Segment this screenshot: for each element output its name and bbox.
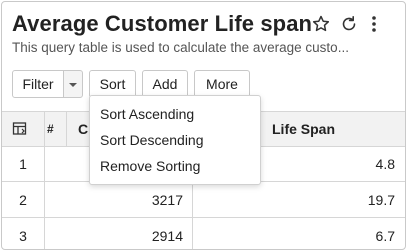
cell-c: 3217	[151, 191, 183, 208]
add-button[interactable]: Add	[142, 70, 188, 98]
star-icon[interactable]	[311, 14, 331, 34]
page-title: Average Customer Life span	[12, 11, 313, 36]
refresh-icon[interactable]	[339, 14, 359, 34]
column-divider	[44, 111, 45, 249]
column-header-life-span[interactable]: Life Span	[272, 112, 335, 146]
sort-button[interactable]: Sort	[89, 70, 136, 98]
cell-life-span: 6.7	[375, 227, 395, 244]
column-settings-icon[interactable]	[12, 112, 28, 146]
column-divider	[66, 111, 67, 146]
row-number: 1	[19, 155, 27, 172]
query-table-panel: Average Customer Life span This query ta…	[1, 1, 406, 250]
filter-dropdown-button[interactable]	[63, 70, 83, 98]
menu-item-remove-sorting[interactable]: Remove Sorting	[100, 158, 200, 174]
row-number: 3	[19, 227, 27, 244]
filter-button[interactable]: Filter	[12, 70, 64, 98]
cell-life-span: 19.7	[367, 191, 395, 208]
chevron-down-icon	[68, 76, 78, 92]
table-row: 2 3217 19.7	[2, 182, 405, 218]
menu-item-sort-descending[interactable]: Sort Descending	[100, 132, 204, 148]
more-vertical-icon[interactable]	[364, 14, 384, 34]
page-subtitle: This query table is used to calculate th…	[12, 40, 349, 55]
cell-c: 2914	[151, 227, 183, 244]
table-row: 3 2914 6.7	[2, 218, 405, 249]
sort-dropdown-menu: Sort Ascending Sort Descending Remove So…	[89, 95, 261, 185]
row-number: 2	[19, 191, 27, 208]
menu-item-sort-ascending[interactable]: Sort Ascending	[100, 106, 194, 122]
more-button[interactable]: More	[194, 70, 250, 98]
column-header-c[interactable]: C	[78, 112, 88, 146]
row-number-header: #	[47, 122, 54, 136]
